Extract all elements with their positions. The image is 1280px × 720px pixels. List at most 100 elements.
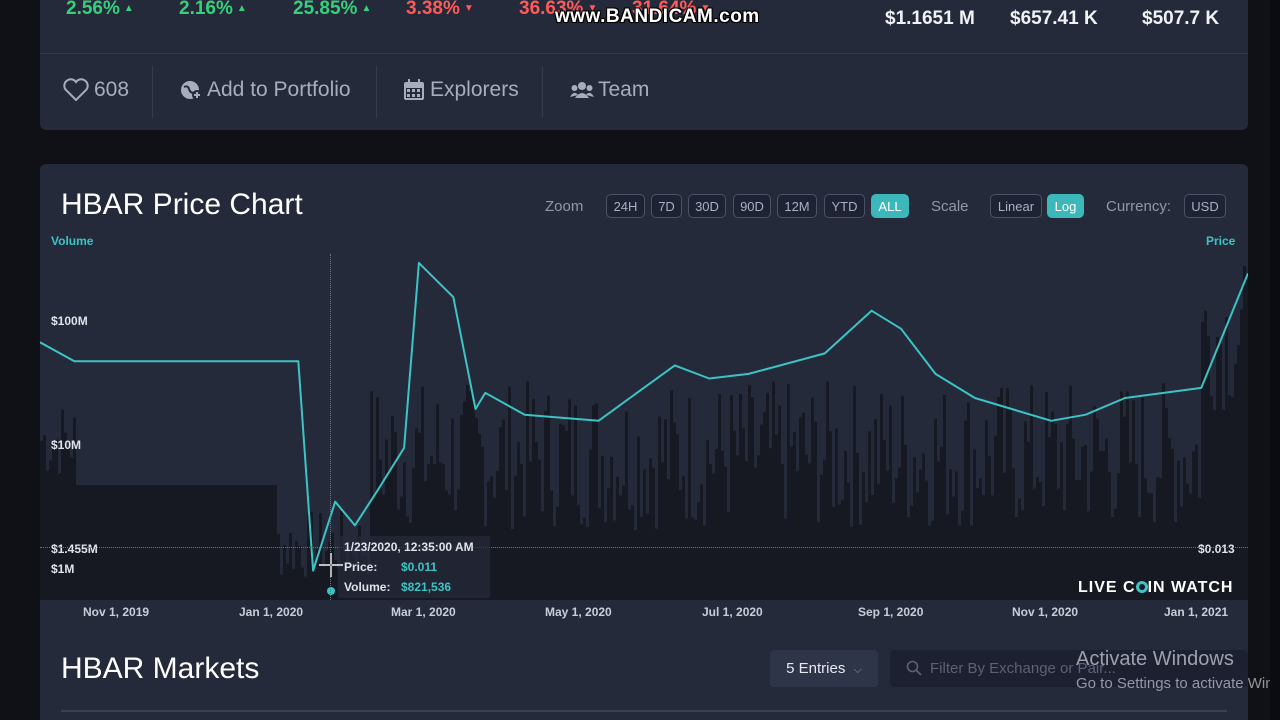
volume-bar <box>175 485 178 600</box>
volume-bar <box>556 506 559 600</box>
volume-bar <box>898 467 901 600</box>
volume-bar <box>1225 317 1228 600</box>
volume-bar <box>973 449 976 600</box>
volume-bar <box>271 485 274 600</box>
volume-bar <box>142 485 145 600</box>
crosshair-cursor-icon <box>319 553 343 577</box>
volume-bar <box>277 533 280 600</box>
volume-bar <box>238 485 241 600</box>
zoom-7d-button[interactable]: 7D <box>651 194 682 218</box>
volume-bar <box>736 455 739 600</box>
volume-bar <box>742 428 745 600</box>
currency-select[interactable]: USD <box>1184 194 1226 218</box>
volume-bar <box>274 485 277 600</box>
tooltip-date: 1/23/2020, 12:35:00 AM <box>344 540 474 554</box>
volume-bar <box>844 450 847 600</box>
volume-bar <box>1063 510 1066 600</box>
volume-bar <box>1126 391 1129 600</box>
volume-bar <box>1093 406 1096 600</box>
volume-bar <box>994 435 997 600</box>
volume-bar <box>1222 409 1225 600</box>
volume-bar <box>709 464 712 600</box>
volume-bar <box>700 484 703 600</box>
volume-bar <box>580 524 583 600</box>
volume-bar <box>883 440 886 600</box>
currency-label: Currency: <box>1106 198 1172 215</box>
xtick: Sep 1, 2020 <box>858 605 924 619</box>
volume-bar <box>703 525 706 600</box>
volume-bar <box>130 485 133 600</box>
volume-bar <box>1237 345 1240 600</box>
chart-title: HBAR Price Chart <box>61 188 303 221</box>
volume-bar <box>1213 409 1216 600</box>
volume-bar <box>679 489 682 600</box>
volume-bar <box>226 485 229 600</box>
volume-bar <box>643 469 646 600</box>
volume-bar <box>913 457 916 600</box>
volume-bar <box>301 567 304 600</box>
add-to-portfolio-button[interactable]: Add to Portfolio <box>179 78 351 102</box>
like-button[interactable]: 608 <box>62 78 129 102</box>
explorers-button[interactable]: Explorers <box>402 78 519 102</box>
volume-bar <box>967 402 970 600</box>
volume-bar <box>727 511 730 600</box>
price-chart-card: HBAR Price Chart Zoom 24H 7D 30D 90D 12M… <box>40 164 1248 720</box>
divider <box>152 66 153 118</box>
volume-bar <box>802 412 805 600</box>
team-button[interactable]: Team <box>570 78 649 102</box>
volume-bar <box>640 517 643 600</box>
page-scrollbar[interactable] <box>1270 0 1280 720</box>
volume-bar <box>613 520 616 600</box>
ytick-1m: $1M <box>51 562 75 576</box>
volume-bar <box>637 436 640 600</box>
scale-log-button[interactable]: Log <box>1047 194 1084 218</box>
volume-bar <box>1204 310 1207 600</box>
volume-bar <box>1009 409 1012 600</box>
xtick: Jan 1, 2021 <box>1164 605 1229 619</box>
volume-bar <box>718 394 721 600</box>
volume-bar <box>544 411 547 600</box>
volume-bar <box>1240 309 1243 600</box>
volume-bar <box>1105 438 1108 600</box>
volume-bar <box>214 485 217 600</box>
volume-bar <box>610 456 613 600</box>
volume-bar <box>502 419 505 600</box>
zoom-all-button[interactable]: ALL <box>871 194 909 218</box>
volume-bar <box>787 384 790 600</box>
zoom-24h-button[interactable]: 24H <box>606 194 645 218</box>
volume-bar <box>103 485 106 600</box>
volume-bar <box>1024 421 1027 600</box>
entries-label: 5 Entries <box>786 660 846 677</box>
volume-bar <box>856 452 859 600</box>
volume-bar <box>187 485 190 600</box>
volume-bar <box>775 434 778 600</box>
volume-bar <box>706 439 709 600</box>
volume-bar <box>574 405 577 600</box>
explorers-label: Explorers <box>430 78 519 101</box>
volume-bar <box>985 420 988 600</box>
volume-bar <box>529 461 532 600</box>
volume-bar <box>1027 441 1030 600</box>
volume-bar <box>652 467 655 600</box>
volume-bar <box>682 476 685 600</box>
zoom-12m-button[interactable]: 12M <box>777 194 817 218</box>
zoom-90d-button[interactable]: 90D <box>733 194 771 218</box>
volume-bar <box>595 403 598 600</box>
entries-dropdown[interactable]: 5 Entries ⌵ <box>770 650 878 687</box>
volume-bar <box>886 470 889 600</box>
volume-bar <box>631 505 634 600</box>
volume-bar <box>811 397 814 600</box>
volume-bar <box>829 431 832 600</box>
users-icon <box>570 80 594 100</box>
zoom-30d-button[interactable]: 30D <box>688 194 726 218</box>
volume-bar <box>820 474 823 600</box>
volume-bar <box>784 518 787 600</box>
volume-bar <box>910 505 913 600</box>
volume-bar <box>880 393 883 600</box>
volume-bar <box>655 528 658 600</box>
volume-bar <box>1201 322 1204 600</box>
zoom-ytd-button[interactable]: YTD <box>824 194 865 218</box>
volume-bar <box>511 528 514 600</box>
scale-linear-button[interactable]: Linear <box>990 194 1042 218</box>
volume-bar <box>1102 450 1105 600</box>
